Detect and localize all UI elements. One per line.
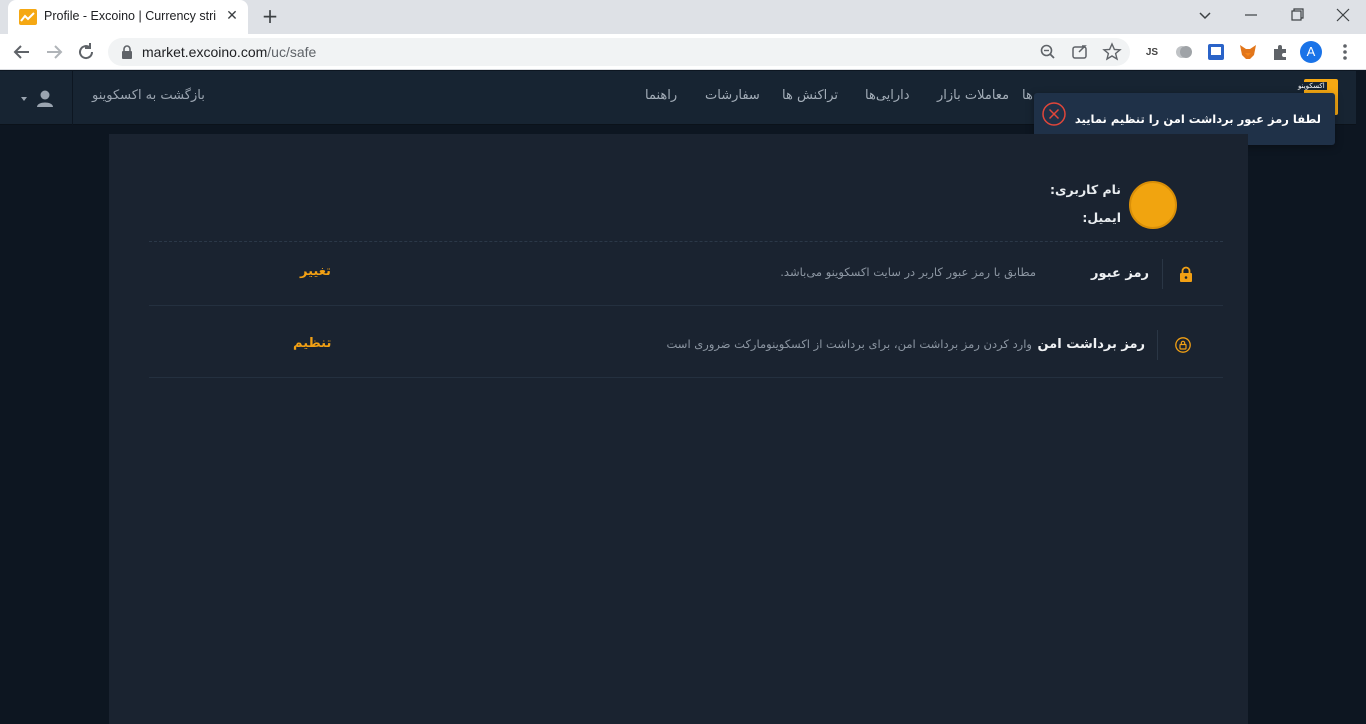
set-secure-withdraw-button[interactable]: تنظیم — [293, 336, 331, 351]
lock-icon — [1180, 266, 1192, 282]
nav-guide[interactable]: راهنما — [645, 88, 677, 103]
toast-message: لطفا رمز عبور برداشت امن را تنظیم نمایید — [1074, 112, 1321, 126]
url-host: market.excoino.com — [142, 44, 268, 60]
reload-icon[interactable] — [74, 40, 98, 64]
row-divider — [1157, 330, 1158, 360]
logo-text: اکسکوینو — [1296, 82, 1327, 90]
nav-transactions[interactable]: تراکنش ها — [782, 88, 838, 103]
tab-title: Profile - Excoino | Currency strict — [44, 9, 216, 23]
minimize-icon[interactable] — [1239, 5, 1263, 25]
row-separator — [149, 377, 1223, 378]
toast-close-icon[interactable] — [1041, 101, 1067, 127]
share-icon[interactable] — [1070, 42, 1090, 62]
address-bar[interactable]: market.excoino.com/uc/safe — [108, 38, 1130, 66]
bookmark-star-icon[interactable] — [1102, 42, 1122, 62]
extension-grey-icon[interactable] — [1173, 41, 1195, 63]
zoom-icon[interactable] — [1038, 42, 1058, 62]
secure-lock-icon — [1175, 337, 1191, 353]
row-separator — [149, 305, 1223, 306]
secure-withdraw-title: رمز برداشت امن — [1037, 337, 1145, 352]
row-divider — [1162, 259, 1163, 289]
secure-withdraw-description: وارد کردن رمز برداشت امن، برای برداشت از… — [666, 337, 1032, 351]
browser-tab-bar: Profile - Excoino | Currency strict ✕ + — [0, 0, 1366, 34]
profile-divider — [149, 241, 1223, 242]
nav-orders[interactable]: سفارشات — [705, 88, 760, 103]
page-scrollbar[interactable] — [1356, 71, 1366, 724]
extensions-puzzle-icon[interactable] — [1269, 41, 1291, 63]
password-description: مطابق با رمز عبور کاربر در سایت اکسکوینو… — [780, 265, 1036, 279]
translate-extension-icon[interactable] — [1205, 41, 1227, 63]
forward-arrow-icon[interactable] — [42, 40, 66, 64]
close-window-icon[interactable] — [1331, 5, 1355, 25]
browser-tab[interactable]: Profile - Excoino | Currency strict ✕ — [8, 0, 248, 34]
new-tab-button[interactable]: + — [259, 5, 281, 27]
profile-avatar-button[interactable]: A — [1300, 41, 1322, 63]
nav-assets[interactable]: دارایی‌ها — [865, 88, 910, 103]
user-menu-icon[interactable] — [18, 89, 58, 109]
lock-icon — [122, 45, 132, 59]
back-to-excoino-link[interactable]: بازگشت به اکسکوینو — [92, 88, 205, 103]
browser-menu-icon[interactable] — [1334, 41, 1356, 63]
tab-close-icon[interactable]: ✕ — [224, 8, 240, 24]
email-label: ایمیل: — [1082, 210, 1121, 225]
tab-search-icon[interactable] — [1193, 5, 1217, 25]
js-extension-icon[interactable]: JS — [1141, 41, 1163, 63]
metamask-fox-icon[interactable] — [1237, 41, 1259, 63]
user-avatar — [1129, 181, 1177, 229]
security-panel: نام کاربری: ایمیل: رمز عبور مطابق با رمز… — [109, 134, 1248, 724]
url-path: /uc/safe — [267, 44, 317, 60]
header-divider — [72, 71, 73, 125]
url-text: market.excoino.com/uc/safe — [142, 44, 316, 60]
username-label: نام کاربری: — [1050, 182, 1121, 197]
password-title: رمز عبور — [1091, 266, 1149, 281]
nav-market-trades[interactable]: معاملات بازار — [937, 88, 1009, 103]
change-password-button[interactable]: تغییر — [300, 264, 331, 279]
browser-toolbar: market.excoino.com/uc/safe JS A — [0, 34, 1366, 70]
excoino-favicon-icon — [19, 9, 37, 25]
nav-partial[interactable]: ها — [1022, 88, 1033, 103]
restore-icon[interactable] — [1285, 5, 1309, 25]
back-arrow-icon[interactable] — [10, 40, 34, 64]
